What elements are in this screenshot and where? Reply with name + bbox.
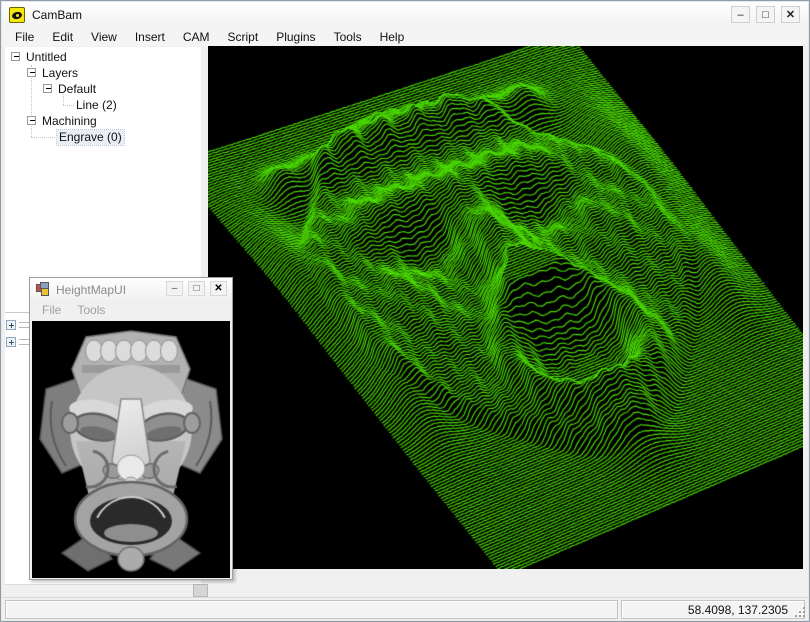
maximize-button[interactable]: □ xyxy=(756,6,775,23)
menu-tools[interactable]: Tools xyxy=(325,28,371,46)
winforms-app-icon xyxy=(36,282,50,296)
window-title: CamBam xyxy=(32,8,82,22)
expand-plus-icon[interactable] xyxy=(6,337,16,347)
tree-node-default[interactable]: Default xyxy=(56,82,98,97)
heightmap-maximize-button[interactable]: □ xyxy=(188,281,205,296)
minimize-button[interactable]: – xyxy=(731,6,750,23)
menu-help[interactable]: Help xyxy=(371,28,414,46)
menubar: File Edit View Insert CAM Script Plugins… xyxy=(2,27,808,46)
tree-expander-untitled[interactable] xyxy=(11,52,20,61)
status-message-panel xyxy=(5,600,618,619)
titlebar[interactable]: CamBam – □ ✕ xyxy=(2,2,808,27)
3d-viewport-canvas[interactable] xyxy=(208,46,803,569)
heightmap-window-title: HeightMapUI xyxy=(56,283,126,297)
heightmap-menubar: File Tools xyxy=(30,300,232,320)
tree-node-line[interactable]: Line (2) xyxy=(74,98,119,113)
cambam-window: CamBam – □ ✕ File Edit View Insert CAM S… xyxy=(0,0,810,622)
heightmap-close-button[interactable]: ✕ xyxy=(210,281,227,296)
menu-script[interactable]: Script xyxy=(219,28,268,46)
status-coordinates-panel: 58.4098, 137.2305 xyxy=(621,600,805,619)
menu-file[interactable]: File xyxy=(6,28,43,46)
expand-plus-icon[interactable] xyxy=(6,320,16,330)
cambam-logo-icon xyxy=(9,7,25,23)
cursor-coordinates: 58.4098, 137.2305 xyxy=(688,603,788,617)
tree-node-untitled[interactable]: Untitled xyxy=(24,50,69,65)
tree-node-machining[interactable]: Machining xyxy=(40,114,99,129)
close-button[interactable]: ✕ xyxy=(781,6,800,23)
statusbar: 58.4098, 137.2305 xyxy=(2,597,808,620)
heightmap-window: HeightMapUI – □ ✕ File Tools xyxy=(29,277,233,580)
tree-connector xyxy=(31,126,32,137)
tree-connector xyxy=(63,105,74,106)
heightmap-source-image xyxy=(32,321,230,578)
menu-view[interactable]: View xyxy=(82,28,126,46)
menu-insert[interactable]: Insert xyxy=(126,28,174,46)
tree-expander-default[interactable] xyxy=(43,84,52,93)
menu-cam[interactable]: CAM xyxy=(174,28,219,46)
menu-plugins[interactable]: Plugins xyxy=(267,28,324,46)
panel-divider xyxy=(5,312,31,313)
heightmap-minimize-button[interactable]: – xyxy=(166,281,183,296)
heightmap-titlebar[interactable]: HeightMapUI – □ ✕ xyxy=(30,278,232,300)
tree-expander-layers[interactable] xyxy=(27,68,36,77)
resize-grip[interactable] xyxy=(795,607,805,617)
menu-edit[interactable]: Edit xyxy=(43,28,82,46)
panel-bottom-border xyxy=(5,584,201,585)
tree-connector xyxy=(31,137,57,138)
tree-node-layers[interactable]: Layers xyxy=(40,66,80,81)
heightmap-menu-file[interactable]: File xyxy=(34,301,69,319)
splitter-grip[interactable] xyxy=(193,584,208,597)
tree-node-engrave[interactable]: Engrave (0) xyxy=(57,130,124,145)
heightmap-menu-tools[interactable]: Tools xyxy=(69,301,113,319)
tree-expander-machining[interactable] xyxy=(27,116,36,125)
